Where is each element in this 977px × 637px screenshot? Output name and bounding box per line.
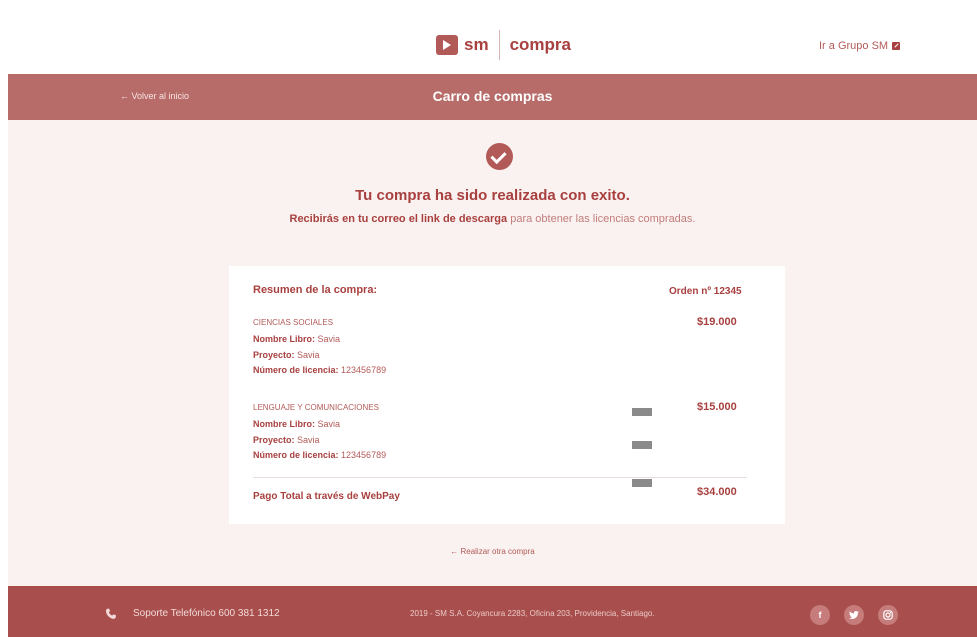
- footer: Soporte Telefónico 600 381 1312 2019 - S…: [8, 586, 977, 637]
- book-label: Nombre Libro:: [253, 334, 315, 344]
- redaction-block: [632, 479, 652, 487]
- page-title: Carro de compras: [432, 88, 553, 104]
- play-logo-icon: [436, 35, 458, 55]
- phone-support: Soporte Telefónico 600 381 1312: [133, 608, 280, 619]
- title-bar: ← Volver al inicio Carro de compras: [8, 74, 977, 120]
- item-project: Proyecto: Savia: [253, 435, 320, 445]
- instagram-glyph: [883, 610, 893, 620]
- phone-icon: [105, 608, 116, 619]
- sm-compra-logo[interactable]: sm compra: [436, 28, 571, 62]
- success-title: Tu compra ha sido realizada con exito.: [355, 187, 630, 204]
- license-value: 123456789: [338, 450, 387, 460]
- book-value: Savia: [315, 419, 341, 429]
- redaction-block: [632, 408, 652, 416]
- order-number: Orden nº 12345: [669, 286, 742, 297]
- summary-heading: Resumen de la compra:: [253, 284, 378, 296]
- purchase-summary-card: Resumen de la compra: Orden nº 12345 CIE…: [229, 266, 785, 524]
- license-value: 123456789: [338, 365, 387, 375]
- logo-compra-text: compra: [509, 35, 571, 54]
- new-purchase-link[interactable]: ← Realizar otra compra: [8, 547, 977, 556]
- item-project: Proyecto: Savia: [253, 350, 320, 360]
- project-value: Savia: [294, 350, 320, 360]
- item-price: $15.000: [697, 401, 737, 413]
- item-category: LENGUAJE Y COMUNICACIONES: [253, 403, 379, 412]
- logo-sm-text: sm: [464, 35, 489, 54]
- twitter-bird-shape: [849, 610, 859, 619]
- project-value: Savia: [294, 435, 320, 445]
- top-header: sm compra Ir a Grupo SM: [8, 0, 977, 74]
- book-value: Savia: [315, 334, 341, 344]
- total-label: Pago Total a través de WebPay: [253, 491, 400, 502]
- success-subtitle: Recibirás en tu correo el link de descar…: [8, 213, 977, 225]
- twitter-icon[interactable]: [844, 605, 864, 625]
- facebook-icon[interactable]: f: [810, 605, 830, 625]
- grupo-sm-link[interactable]: Ir a Grupo SM: [819, 40, 901, 52]
- logo-divider: [498, 30, 500, 60]
- item-book-name: Nombre Libro: Savia: [253, 419, 340, 429]
- item-price: $19.000: [697, 316, 737, 328]
- grupo-sm-link-label: Ir a Grupo SM: [819, 40, 889, 52]
- project-label: Proyecto:: [253, 435, 295, 445]
- license-label: Número de licencia:: [253, 450, 339, 460]
- redaction-block: [632, 441, 652, 449]
- success-subtitle-rest: para obtener las licencias compradas.: [507, 213, 696, 225]
- license-label: Número de licencia:: [253, 365, 339, 375]
- item-category: CIENCIAS SOCIALES: [253, 318, 334, 327]
- success-subtitle-bold: Recibirás en tu correo el link de descar…: [289, 213, 508, 225]
- book-label: Nombre Libro:: [253, 419, 315, 429]
- page: sm compra Ir a Grupo SM ← Volver al inic…: [8, 0, 977, 637]
- summary-divider: [253, 477, 747, 478]
- project-label: Proyecto:: [253, 350, 295, 360]
- item-license: Número de licencia: 123456789: [253, 450, 386, 460]
- company-address: 2019 - SM S.A. Coyancura 2283, Oficina 2…: [410, 609, 655, 618]
- external-link-icon: [892, 42, 901, 50]
- item-book-name: Nombre Libro: Savia: [253, 334, 340, 344]
- total-amount: $34.000: [697, 486, 737, 498]
- check-circle-icon: [486, 143, 513, 170]
- item-license: Número de licencia: 123456789: [253, 365, 386, 375]
- instagram-icon[interactable]: [878, 605, 898, 625]
